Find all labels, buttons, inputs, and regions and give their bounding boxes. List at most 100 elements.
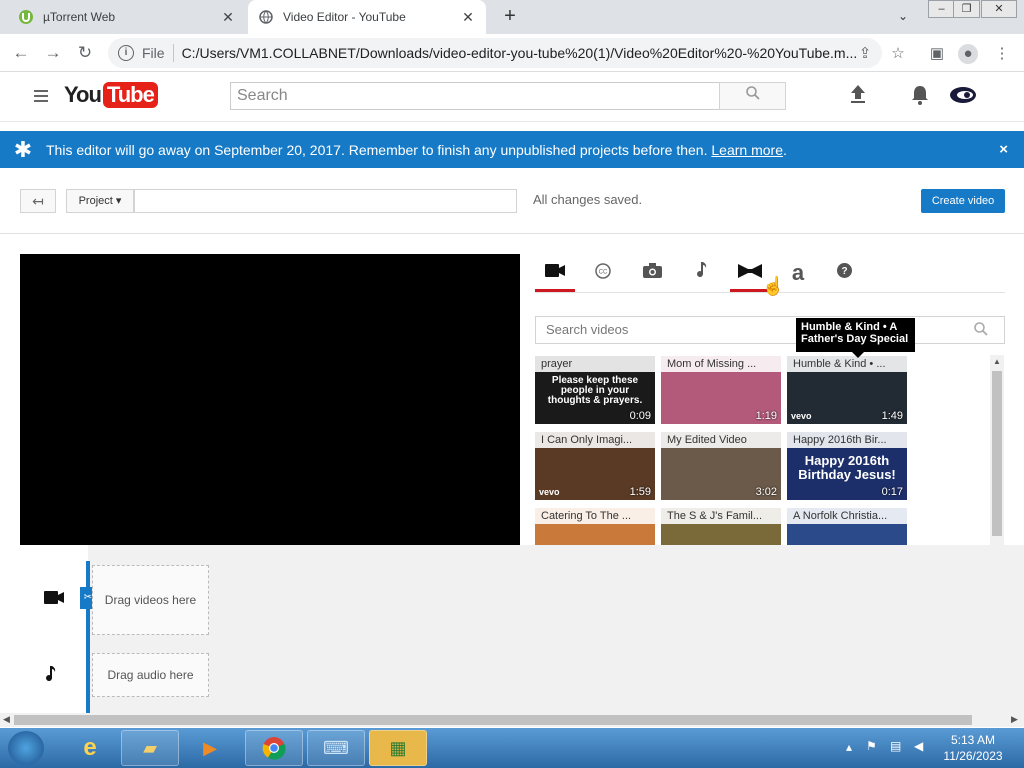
project-title-input[interactable] — [134, 189, 517, 213]
tab-photos[interactable] — [632, 258, 672, 288]
video-thumbnail[interactable]: My Edited Video 3:02 — [661, 432, 781, 500]
video-title: The S & J's Famil... — [661, 508, 781, 524]
search-icon[interactable] — [974, 322, 988, 339]
notification-bell-icon[interactable] — [908, 85, 932, 109]
vevo-logo: vevo — [539, 487, 560, 497]
video-thumbnail[interactable]: Please keep these people in your thought… — [535, 356, 655, 424]
video-thumbnail[interactable]: Mom of Missing ... 1:19 — [661, 356, 781, 424]
deprecation-banner: ✱ This editor will go away on September … — [0, 131, 1024, 168]
tab-videos[interactable] — [535, 258, 575, 292]
video-duration: 1:59 — [629, 486, 651, 498]
url-text[interactable]: C:/Users/VM1.COLLABNET/Downloads/video-e… — [182, 45, 882, 61]
video-thumbnail[interactable]: Happy 2016th Birthday Jesus! Happy 2016t… — [787, 432, 907, 500]
tab-audio[interactable] — [681, 258, 721, 288]
youtube-search-input[interactable]: Search — [230, 82, 720, 110]
video-camera-icon — [545, 264, 565, 282]
chrome-icon[interactable] — [245, 730, 303, 766]
scroll-right-icon[interactable]: ▶ — [1011, 714, 1018, 725]
youtube-logo[interactable]: You Tube — [64, 82, 158, 108]
banner-close-icon[interactable]: × — [999, 141, 1008, 158]
scrollbar-thumb[interactable] — [14, 715, 972, 725]
video-title: prayer — [535, 356, 655, 372]
music-note-icon — [695, 262, 707, 284]
bookmark-star-icon[interactable]: ☆ — [888, 44, 908, 64]
browser-tab-strip: µTorrent Web ✕ Video Editor - YouTube ✕ … — [0, 0, 1024, 34]
scroll-up-icon[interactable]: ▲ — [993, 357, 1001, 366]
network-icon[interactable]: ▤ — [890, 739, 901, 753]
address-bar[interactable]: i File C:/Users/VM1.COLLABNET/Downloads/… — [108, 38, 882, 68]
video-title: I Can Only Imagi... — [535, 432, 655, 448]
browser-tab-video-editor[interactable]: Video Editor - YouTube ✕ — [248, 0, 486, 34]
scrollbar-thumb[interactable] — [992, 371, 1002, 536]
audio-track-icon — [44, 666, 56, 688]
logo-you: You — [64, 82, 102, 107]
search-icon[interactable] — [719, 82, 786, 110]
side-panel-icon[interactable]: ▣ — [927, 44, 947, 64]
app-icon[interactable]: ▦ — [369, 730, 427, 766]
volume-icon[interactable]: ◀ — [914, 739, 923, 753]
action-center-icon[interactable]: ⚑ — [866, 739, 877, 753]
tab-search-chevron-icon[interactable]: ⌄ — [898, 9, 908, 23]
minimize-button[interactable]: – — [928, 0, 955, 18]
window-close-button[interactable]: ✕ — [981, 0, 1017, 18]
scroll-left-icon[interactable]: ◀ — [3, 714, 10, 725]
browser-tab-utorrent[interactable]: µTorrent Web ✕ — [8, 0, 246, 34]
video-title: A Norfolk Christia... — [787, 508, 907, 524]
camera-icon — [642, 263, 662, 283]
video-grid: Please keep these people in your thought… — [534, 355, 990, 565]
video-thumbnail[interactable]: I Can Only Imagi... vevo 1:59 — [535, 432, 655, 500]
video-title: Catering To The ... — [535, 508, 655, 524]
remote-desktop-icon[interactable]: ⌨ — [307, 730, 365, 766]
windows-taskbar: e ▰ ▶ ⌨ ▦ ▴ ⚑ ▤ ◀ 5:13 AM 11/26/2023 — [0, 728, 1024, 768]
video-duration: 0:09 — [629, 410, 651, 422]
video-title: Mom of Missing ... — [661, 356, 781, 372]
cc-icon: CC — [595, 262, 611, 284]
start-button[interactable] — [8, 731, 44, 765]
share-icon[interactable]: ⇪ — [855, 44, 875, 64]
media-player-icon[interactable]: ▶ — [181, 730, 239, 766]
restore-button[interactable]: ❐ — [953, 0, 980, 18]
close-tab-icon[interactable]: ✕ — [220, 9, 236, 26]
hamburger-menu-icon[interactable] — [34, 90, 48, 102]
upload-icon[interactable] — [846, 85, 870, 109]
banner-suffix: . — [782, 141, 787, 158]
new-tab-button[interactable]: + — [500, 6, 520, 28]
video-preview[interactable] — [20, 254, 520, 545]
create-video-button[interactable]: Create video — [921, 189, 1005, 213]
back-arrow-icon[interactable]: ↤ — [20, 189, 56, 213]
forward-arrow-icon[interactable]: → — [42, 42, 64, 64]
video-drop-zone[interactable]: Drag videos here — [92, 565, 209, 635]
video-grid-scrollbar[interactable]: ▲ — [990, 355, 1004, 545]
close-tab-icon[interactable]: ✕ — [460, 9, 476, 26]
thumbnail-overlay-text: Please keep these people in your thought… — [547, 375, 643, 406]
url-separator — [172, 44, 174, 62]
timeline: ✂ Drag videos here Drag audio here — [0, 545, 1024, 713]
back-arrow-icon[interactable]: ← — [10, 42, 32, 64]
save-status: All changes saved. — [533, 192, 643, 207]
video-title: Happy 2016th Bir... — [787, 432, 907, 448]
banner-text: This editor will go away on September 20… — [46, 141, 708, 158]
tab-captions[interactable]: CC — [583, 258, 623, 288]
svg-text:?: ? — [841, 266, 847, 277]
file-explorer-icon[interactable]: ▰ — [121, 730, 179, 766]
page-horizontal-scrollbar[interactable]: ◀ ▶ — [0, 713, 1024, 727]
video-title: My Edited Video — [661, 432, 781, 448]
profile-avatar-icon[interactable]: ● — [958, 44, 978, 64]
audio-drop-zone[interactable]: Drag audio here — [92, 653, 209, 697]
tab-title: Video Editor - YouTube — [283, 10, 406, 24]
tray-expand-icon[interactable]: ▴ — [846, 740, 852, 754]
playhead[interactable] — [86, 561, 90, 713]
info-icon[interactable]: i — [118, 45, 134, 61]
account-avatar-icon[interactable] — [948, 85, 978, 109]
project-dropdown-button[interactable]: Project ▾ — [66, 189, 134, 213]
tab-help[interactable]: ? — [824, 258, 864, 288]
search-videos-input[interactable]: Search videos — [535, 316, 1005, 344]
browser-menu-icon[interactable]: ⋮ — [992, 44, 1012, 64]
internet-explorer-icon[interactable]: e — [61, 730, 119, 766]
text-a-icon: a — [791, 260, 805, 285]
star-icon: ✱ — [13, 136, 33, 162]
system-clock[interactable]: 5:13 AM 11/26/2023 — [938, 732, 1008, 764]
reload-icon[interactable]: ↻ — [74, 42, 96, 64]
learn-more-link[interactable]: Learn more — [711, 142, 783, 158]
video-thumbnail[interactable]: Humble & Kind • ... vevo 1:49 — [787, 356, 907, 424]
